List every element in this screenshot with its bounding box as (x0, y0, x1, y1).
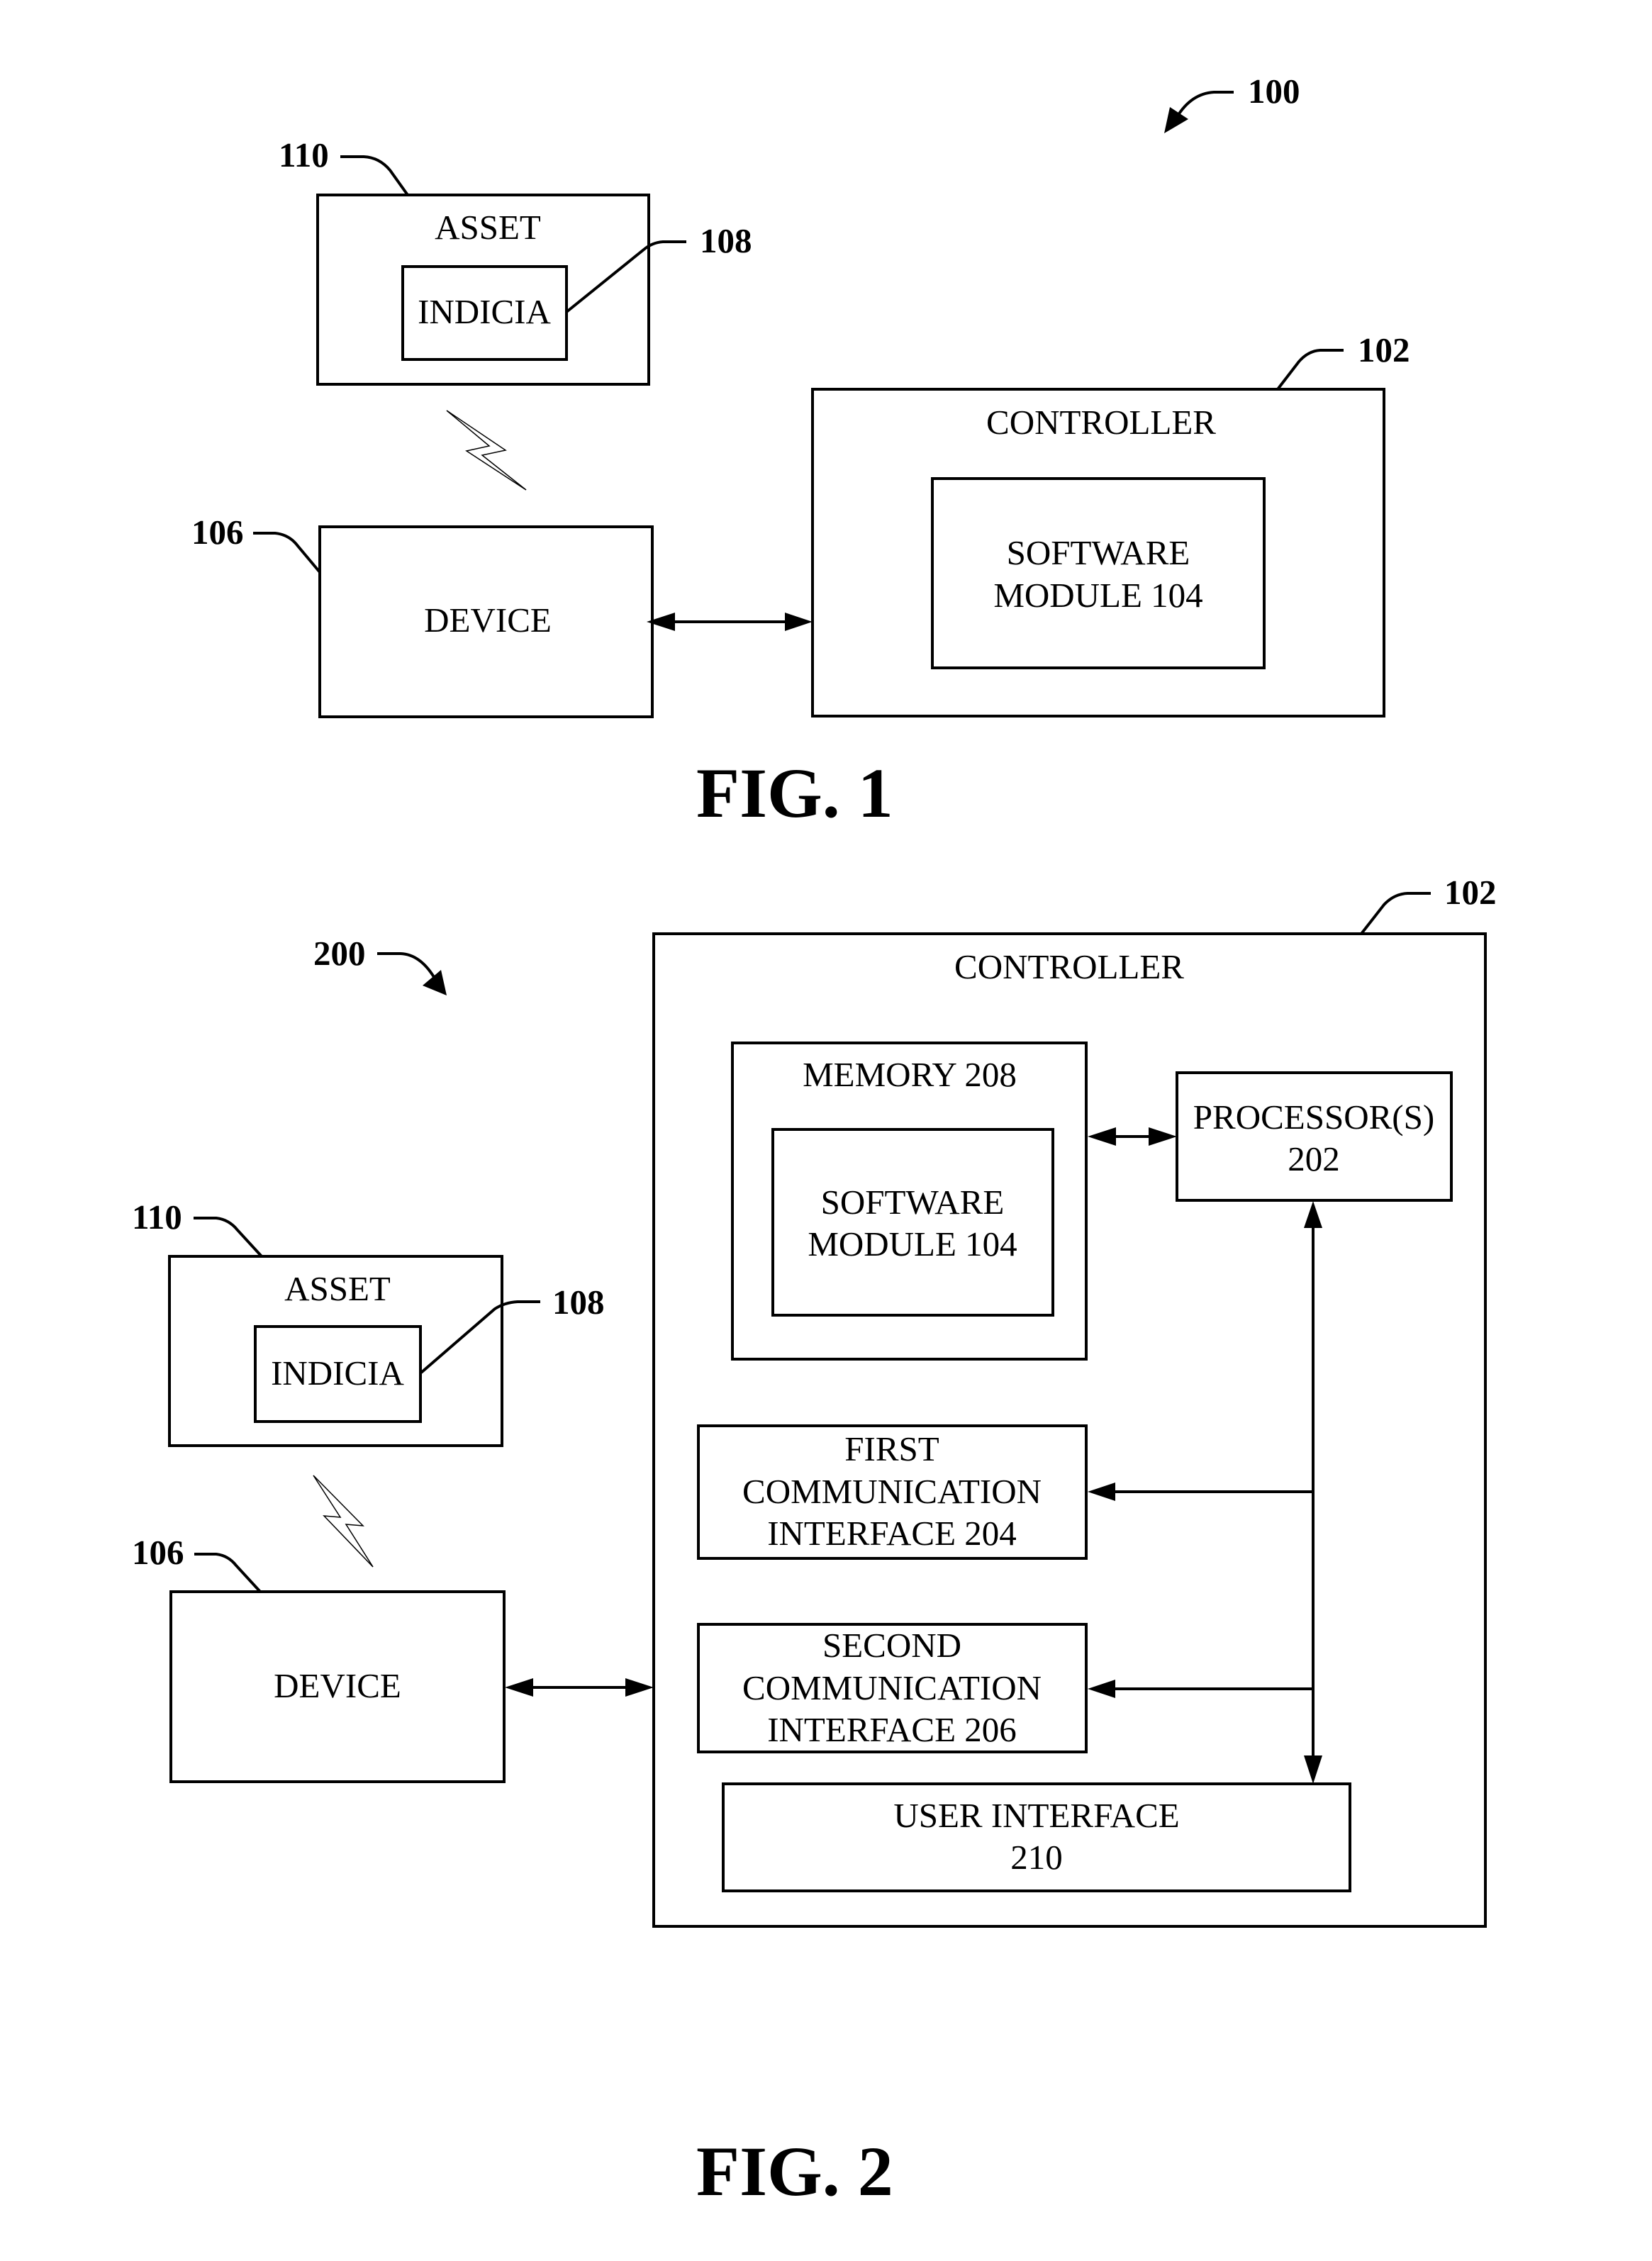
first-comm-line-2: COMMUNICATION (742, 1472, 1042, 1511)
ref-100-label: 100 (1248, 72, 1300, 111)
ref-106-label: 106 (132, 1533, 184, 1572)
figure-2-caption: FIG. 2 (696, 2132, 893, 2211)
patent-drawing-sheet: 100 110 ASSET INDICIA 108 106 DEVICE 102… (0, 0, 1652, 2261)
memory-label: MEMORY 208 (803, 1055, 1017, 1094)
ref-108-label: 108 (700, 221, 752, 260)
asset-label: ASSET (284, 1269, 391, 1308)
device-label: DEVICE (274, 1666, 401, 1705)
second-comm-line-2: COMMUNICATION (742, 1668, 1042, 1707)
processor-line-1: PROCESSOR(S) (1193, 1098, 1434, 1137)
second-comm-line-1: SECOND (822, 1626, 961, 1665)
software-module-line-1: SOFTWARE (1007, 533, 1190, 572)
ref-106-label: 106 (191, 513, 244, 552)
ref-102-label: 102 (1358, 330, 1410, 369)
first-comm-line-1: FIRST (844, 1429, 939, 1468)
processor-line-2: 202 (1288, 1139, 1340, 1178)
ref-110-label: 110 (132, 1198, 182, 1236)
figure-1-caption: FIG. 1 (696, 754, 893, 832)
software-module-line-1: SOFTWARE (821, 1183, 1005, 1222)
asset-label: ASSET (435, 208, 541, 247)
controller-label: CONTROLLER (986, 403, 1216, 442)
indicia-label: INDICIA (418, 292, 551, 331)
first-comm-line-3: INTERFACE 204 (767, 1514, 1017, 1553)
second-comm-line-3: INTERFACE 206 (767, 1710, 1017, 1749)
user-interface-line-1: USER INTERFACE (893, 1796, 1179, 1835)
ref-200-label: 200 (313, 934, 366, 973)
software-module-line-2: MODULE 104 (808, 1224, 1017, 1263)
user-interface-line-2: 210 (1010, 1838, 1063, 1877)
ref-102-label: 102 (1444, 873, 1497, 912)
ref-110-label: 110 (279, 135, 329, 174)
device-label: DEVICE (424, 601, 552, 640)
controller-label: CONTROLLER (954, 947, 1184, 986)
indicia-label: INDICIA (271, 1353, 404, 1392)
software-module-line-2: MODULE 104 (993, 576, 1202, 615)
ref-108-label: 108 (552, 1283, 605, 1322)
